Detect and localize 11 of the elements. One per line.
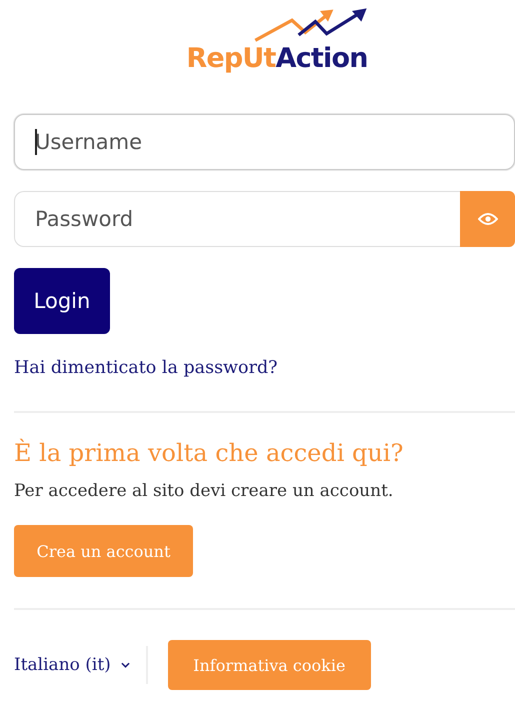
signup-text: Per accedere al sito devi creare un account. [14,481,394,501]
show-password-button[interactable] [460,191,515,247]
logo-text: RepUtAction [186,44,368,74]
signup-heading: È la prima volta che accedi qui? [14,439,404,467]
login-button[interactable]: Login [14,268,110,334]
eye-icon [478,212,498,226]
forgot-password-link[interactable]: Hai dimenticato la password? [14,358,278,378]
chevron-down-icon [120,662,130,668]
password-field[interactable]: Password [14,191,460,247]
username-field[interactable]: Username [14,114,515,170]
language-selector[interactable]: Italiano (it) [14,655,130,675]
